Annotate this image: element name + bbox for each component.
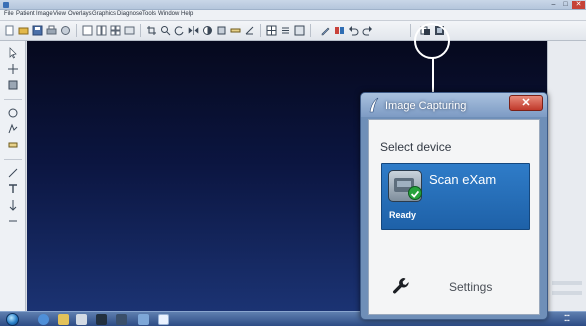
image-capturing-dialog: Image Capturing ✕ Select device Scan eXa… <box>360 92 548 320</box>
color-icon[interactable] <box>334 25 345 36</box>
panel-bar <box>552 281 582 285</box>
settings-button[interactable]: Settings <box>369 268 539 308</box>
left-toolstrip <box>0 41 26 311</box>
crop-icon[interactable] <box>146 25 157 36</box>
menu-view[interactable]: View <box>53 11 66 17</box>
window-level-icon[interactable] <box>7 79 19 91</box>
measure-tool-icon[interactable] <box>230 25 241 36</box>
tool-icon[interactable] <box>138 314 149 325</box>
toolbar-separator <box>260 24 261 37</box>
layout-4-icon[interactable] <box>110 25 121 36</box>
title-bar: – □ ✕ <box>0 0 586 10</box>
layout-1-icon[interactable] <box>82 25 93 36</box>
arrow-tool-icon[interactable] <box>7 199 19 211</box>
menu-help[interactable]: Help <box>181 11 193 17</box>
app-icon <box>3 2 9 8</box>
device-status: Ready <box>389 210 417 220</box>
compare-icon[interactable] <box>124 25 135 36</box>
right-panel <box>547 41 586 311</box>
pan-icon[interactable] <box>7 63 19 75</box>
main-toolbar <box>0 21 586 41</box>
device-name: Scan eXam <box>429 172 497 187</box>
dialog-titlebar[interactable]: Image Capturing ✕ <box>361 93 547 117</box>
select-device-label: Select device <box>380 140 452 154</box>
menu-diagnose[interactable]: Diagnose <box>117 11 142 17</box>
callout-circle <box>414 23 450 59</box>
browser-icon[interactable] <box>38 314 49 325</box>
toolstrip-separator <box>4 159 22 160</box>
measure-icon[interactable] <box>7 107 19 119</box>
print-icon[interactable] <box>46 25 57 36</box>
line-icon[interactable] <box>7 167 19 179</box>
panel-bar <box>552 291 582 295</box>
ruler-icon[interactable] <box>7 215 19 227</box>
rotate-icon[interactable] <box>174 25 185 36</box>
minimize-button[interactable]: – <box>548 1 559 9</box>
toolbar-separator <box>140 24 141 37</box>
dialog-close-button[interactable]: ✕ <box>509 95 543 111</box>
application-window: – □ ✕ File Patient Image View Overlays G… <box>0 0 586 326</box>
zoom-icon[interactable] <box>160 25 171 36</box>
folder-icon[interactable] <box>58 314 69 325</box>
start-button[interactable] <box>6 313 19 326</box>
list-icon[interactable] <box>280 25 291 36</box>
layout-2-icon[interactable] <box>96 25 107 36</box>
menu-graphics[interactable]: Graphics <box>92 11 116 17</box>
monitor-icon[interactable] <box>116 314 127 325</box>
flip-icon[interactable] <box>188 25 199 36</box>
menu-overlays[interactable]: Overlays <box>68 11 92 17</box>
undo-icon[interactable] <box>348 25 359 36</box>
menu-patient[interactable]: Patient <box>16 11 35 17</box>
annotate-icon[interactable] <box>7 123 19 135</box>
maximize-button[interactable]: □ <box>560 1 571 9</box>
new-icon[interactable] <box>4 25 15 36</box>
text-icon[interactable] <box>7 183 19 195</box>
open-icon[interactable] <box>18 25 29 36</box>
select-icon[interactable] <box>7 47 19 59</box>
ready-check-icon <box>408 186 422 200</box>
acquire-icon[interactable] <box>60 25 71 36</box>
angle-icon[interactable] <box>244 25 255 36</box>
clock: ▪▪▪ ▪▪▪ <box>564 313 570 324</box>
settings-label: Settings <box>449 280 493 294</box>
dialog-body: Select device Scan eXam Ready Settings <box>368 119 540 315</box>
wrench-icon <box>391 276 411 296</box>
toolbar-separator <box>310 24 311 37</box>
menu-file[interactable]: File <box>4 11 14 17</box>
toolbar-separator <box>410 24 411 37</box>
grid-icon[interactable] <box>266 25 277 36</box>
window-close-button[interactable]: ✕ <box>572 1 585 9</box>
filter-icon[interactable] <box>216 25 227 36</box>
media-icon[interactable] <box>76 314 87 325</box>
calibrate-icon[interactable] <box>7 139 19 151</box>
toolstrip-separator <box>4 99 22 100</box>
dialog-title: Image Capturing <box>385 100 467 112</box>
redo-icon[interactable] <box>362 25 373 36</box>
save-icon[interactable] <box>32 25 43 36</box>
menu-tools[interactable]: Tools <box>142 11 156 17</box>
menu-window[interactable]: Window <box>158 11 179 17</box>
annotate-pen-icon[interactable] <box>320 25 331 36</box>
imaging-app-icon[interactable] <box>158 314 169 325</box>
app-taskbar-icon[interactable] <box>96 314 107 325</box>
dialog-logo-icon <box>367 97 379 113</box>
toolbar-separator <box>76 24 77 37</box>
menu-image[interactable]: Image <box>36 11 53 17</box>
menu-bar: File Patient Image View Overlays Graphic… <box>0 10 586 21</box>
table-icon[interactable] <box>294 25 305 36</box>
contrast-icon[interactable] <box>202 25 213 36</box>
device-button-scan-exam[interactable]: Scan eXam Ready <box>381 163 530 230</box>
